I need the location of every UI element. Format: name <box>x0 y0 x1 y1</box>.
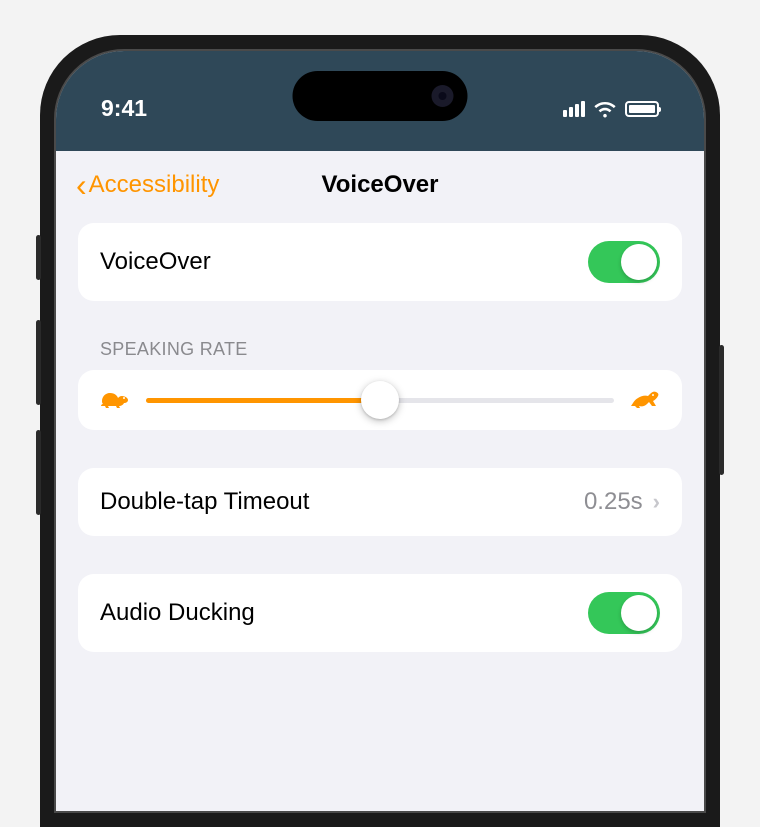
status-time: 9:41 <box>101 70 147 122</box>
status-bar: 9:41 <box>56 51 704 151</box>
tortoise-icon <box>100 390 130 410</box>
switch-knob <box>621 244 657 280</box>
status-icons <box>563 75 659 118</box>
slider-fill <box>146 398 380 403</box>
power-button <box>719 345 724 475</box>
hare-icon <box>630 390 660 410</box>
audio-ducking-row[interactable]: Audio Ducking <box>78 574 682 652</box>
voiceover-switch[interactable] <box>588 241 660 283</box>
volume-up-button <box>36 320 41 405</box>
voiceover-row[interactable]: VoiceOver <box>78 223 682 301</box>
speaking-rate-header: SPEAKING RATE <box>78 339 682 370</box>
volume-down-button <box>36 430 41 515</box>
slider-thumb[interactable] <box>361 381 399 419</box>
audio-ducking-switch[interactable] <box>588 592 660 634</box>
chevron-left-icon: ‹ <box>76 169 87 201</box>
voiceover-toggle-group: VoiceOver <box>78 223 682 301</box>
voiceover-label: VoiceOver <box>100 248 211 276</box>
page-title: VoiceOver <box>322 171 439 199</box>
battery-icon <box>625 101 659 117</box>
phone-screen: 9:41 ‹ Accessibility <box>56 51 704 811</box>
speaking-rate-group <box>78 370 682 430</box>
phone-frame: 9:41 ‹ Accessibility <box>40 35 720 827</box>
double-tap-timeout-row[interactable]: Double-tap Timeout 0.25s › <box>78 468 682 536</box>
dynamic-island <box>293 71 468 121</box>
speaking-rate-slider[interactable] <box>146 398 614 403</box>
chevron-right-icon: › <box>653 489 660 515</box>
back-button-label: Accessibility <box>89 171 220 199</box>
switch-knob <box>621 595 657 631</box>
double-tap-timeout-value: 0.25s <box>584 488 643 516</box>
silent-switch <box>36 235 41 280</box>
cellular-signal-icon <box>563 101 585 117</box>
audio-ducking-group: Audio Ducking <box>78 574 682 652</box>
speaking-rate-row <box>78 370 682 430</box>
front-camera-icon <box>432 85 454 107</box>
wifi-icon <box>593 100 617 118</box>
double-tap-timeout-label: Double-tap Timeout <box>100 488 309 516</box>
double-tap-timeout-group: Double-tap Timeout 0.25s › <box>78 468 682 536</box>
audio-ducking-label: Audio Ducking <box>100 599 255 627</box>
navigation-bar: ‹ Accessibility VoiceOver <box>56 151 704 223</box>
back-button[interactable]: ‹ Accessibility <box>76 169 219 201</box>
